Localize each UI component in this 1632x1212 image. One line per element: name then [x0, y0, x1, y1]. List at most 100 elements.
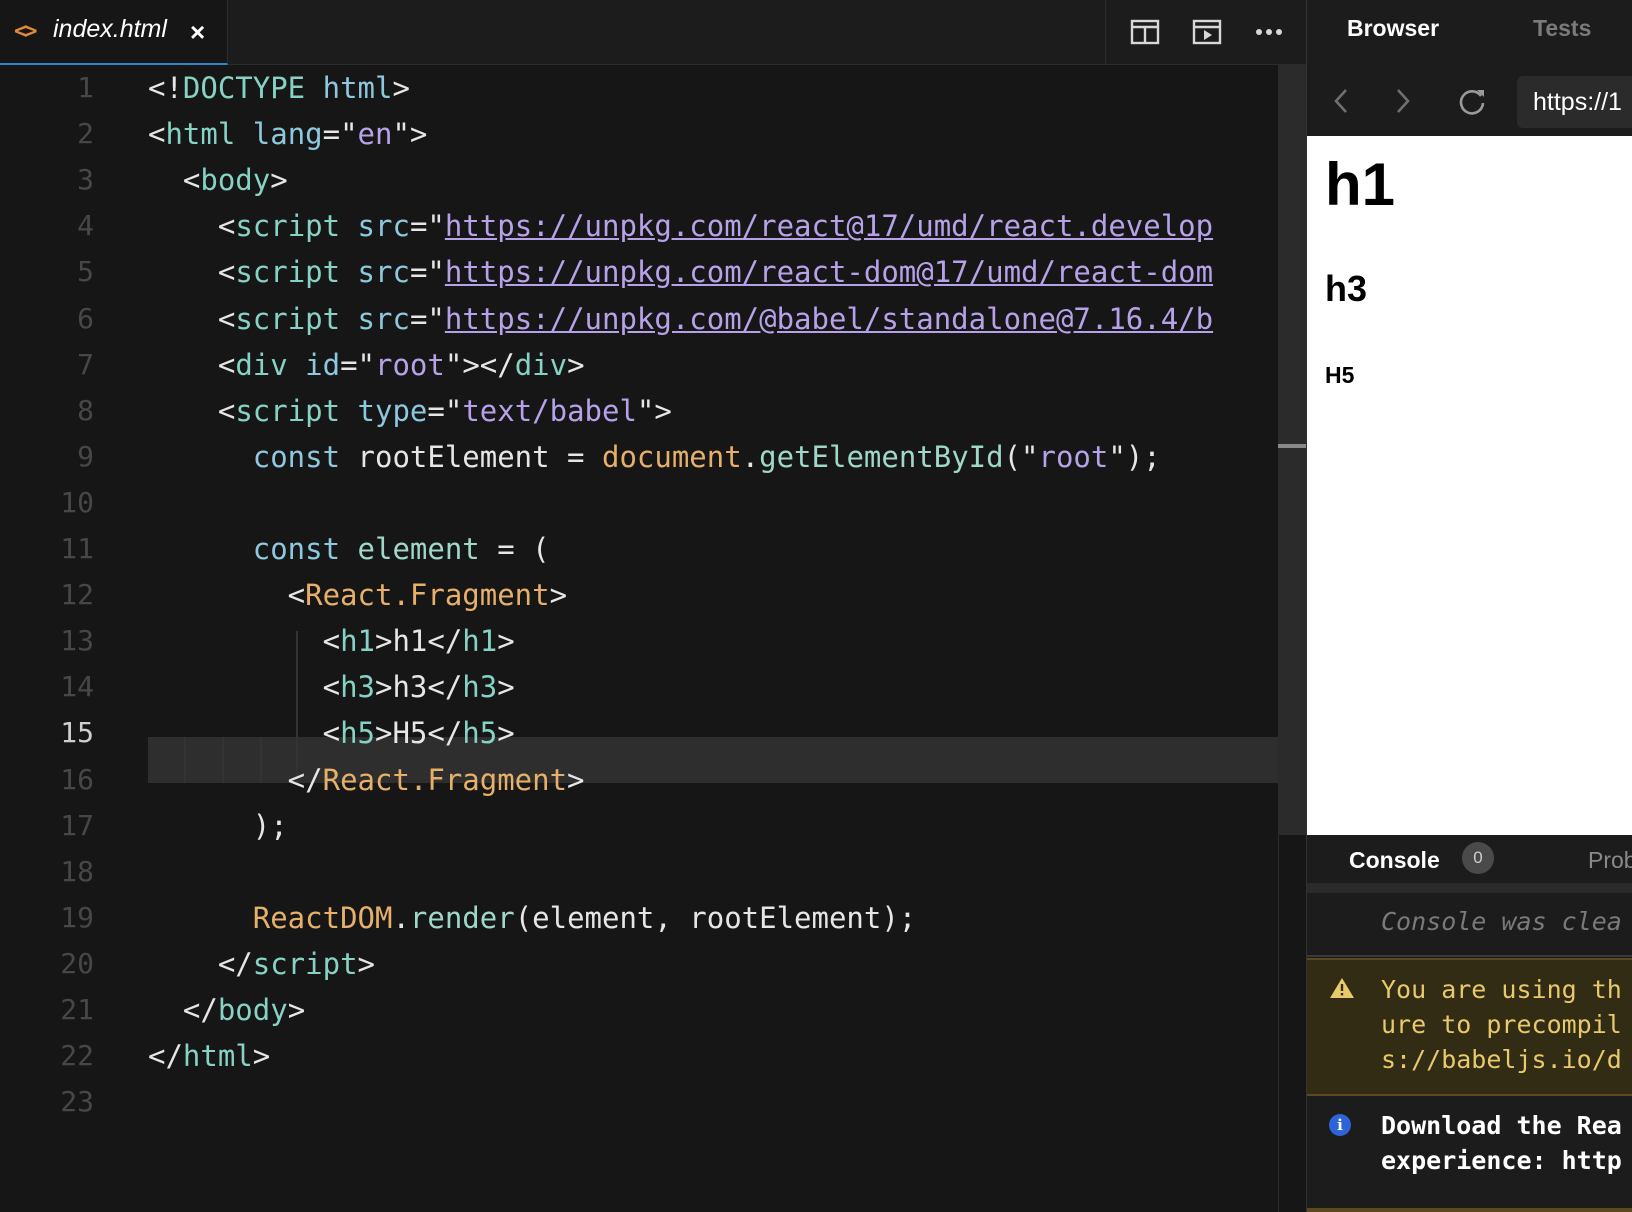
line-number: 5 [77, 255, 94, 289]
editor-tab-bar: <> index.html × [0, 0, 1306, 65]
code-token: root [1038, 439, 1109, 474]
info-icon: i [1329, 1114, 1351, 1136]
line-number: 10 [60, 485, 94, 519]
code-token: < [148, 393, 236, 428]
code-token: "); [1108, 439, 1161, 474]
code-token: > [252, 1039, 271, 1074]
code-token: src [357, 301, 410, 336]
code-token: src [357, 209, 410, 244]
code-token: React.Fragment [322, 762, 568, 797]
code-token: =" [340, 347, 376, 382]
line-number: 17 [60, 808, 94, 842]
back-icon[interactable] [1331, 86, 1351, 116]
line-number: 18 [60, 854, 94, 888]
editor-tab-index-html[interactable]: <> index.html × [0, 0, 228, 65]
code-token: > [357, 946, 375, 981]
code-token[interactable]: https://unpkg.com/@babel/standalone@7.16… [445, 302, 1213, 336]
code-token: text/babel [462, 393, 637, 428]
line-number: 8 [77, 393, 94, 427]
code-token: rootElement = [340, 439, 602, 474]
line-number: 9 [77, 439, 94, 473]
info-line: experience: http [1381, 1146, 1622, 1175]
line-number: 1 [77, 71, 94, 104]
code-token[interactable]: https://unpkg.com/react@17/umd/react.dev… [445, 209, 1213, 243]
code-token: < [148, 670, 341, 705]
browser-navbar: https://1 [1307, 66, 1632, 136]
console-tab-bar: Console 0 Prob [1307, 835, 1632, 893]
tab-problems[interactable]: Prob [1588, 847, 1632, 874]
code-token: > [497, 716, 515, 751]
close-icon[interactable]: × [190, 17, 205, 47]
code-token: document [601, 439, 742, 474]
code-token: < [148, 301, 236, 336]
code-token: < [148, 624, 341, 659]
tab-browser[interactable]: Browser [1347, 15, 1439, 42]
split-editor-icon[interactable] [1130, 18, 1160, 46]
forward-icon[interactable] [1393, 86, 1413, 116]
code-line: <!DOCTYPE html> [148, 65, 410, 112]
line-number: 16 [60, 762, 94, 796]
code-token: h5 [462, 716, 498, 751]
reload-icon[interactable] [1457, 86, 1487, 116]
code-area[interactable]: <!DOCTYPE html> <html lang="en"> <body> <… [148, 65, 1278, 1212]
line-number: 23 [60, 1085, 94, 1119]
code-token: </ [148, 993, 218, 1027]
code-token: render [409, 900, 515, 935]
tab-tests[interactable]: Tests [1533, 15, 1591, 42]
code-token: (element, rootElement); [514, 900, 917, 935]
scrollbar-marker [1278, 444, 1306, 448]
console-info: i Download the Rea experience: http [1307, 1098, 1632, 1212]
code-token: (" [1003, 439, 1039, 474]
code-token: =" [427, 393, 463, 428]
code-token: > [497, 624, 515, 659]
code-line: <h1>h1</h1> [148, 617, 515, 665]
more-icon[interactable] [1254, 18, 1284, 46]
code-token[interactable]: https://unpkg.com/react-dom@17/umd/react… [445, 255, 1213, 289]
tab-console[interactable]: Console [1349, 847, 1440, 874]
code-token: src [357, 255, 410, 290]
console-cleared-text: Console was clea [1381, 907, 1622, 936]
code-token: =" [409, 255, 445, 290]
code-token: script [235, 209, 341, 244]
preview-h3: h3 [1325, 268, 1368, 309]
code-token: h5 [340, 716, 375, 751]
line-number: 22 [60, 1039, 94, 1073]
code-line: <React.Fragment> [148, 571, 567, 619]
code-token: html [182, 1039, 253, 1074]
code-token: > [567, 347, 585, 382]
code-token: ReactDOM [252, 900, 393, 935]
code-token: >H5</ [374, 716, 463, 751]
preview-icon[interactable] [1192, 18, 1222, 46]
code-token: > [392, 71, 410, 105]
code-token: . [741, 439, 760, 474]
code-token: script [252, 946, 358, 981]
code-token: const [252, 439, 341, 474]
url-field[interactable]: https://1 [1517, 76, 1632, 128]
code-line: <body> [148, 156, 288, 204]
editor-scrollbar[interactable] [1278, 65, 1306, 835]
code-line: <h5>H5</h5> [148, 709, 515, 757]
code-line: <script src="https://unpkg.com/@babel/st… [148, 295, 1213, 343]
browser-panel: Browser Tests https://1 h1 h3 H5 Console… [1306, 0, 1632, 1212]
code-token: < [148, 163, 201, 198]
code-token: =" [409, 209, 445, 244]
code-token: body [200, 163, 271, 198]
code-token: "></ [444, 347, 515, 382]
console-count-badge: 0 [1462, 842, 1494, 874]
code-icon: <> [14, 19, 37, 44]
scrollbar-divider [1278, 835, 1279, 1212]
code-token: > [270, 163, 288, 198]
code-token: const [252, 532, 341, 566]
code-token: DOCTYPE [182, 71, 306, 105]
code-token: =" [322, 117, 358, 152]
line-number: 2 [77, 117, 94, 151]
browser-preview: h1 h3 H5 [1307, 136, 1632, 835]
